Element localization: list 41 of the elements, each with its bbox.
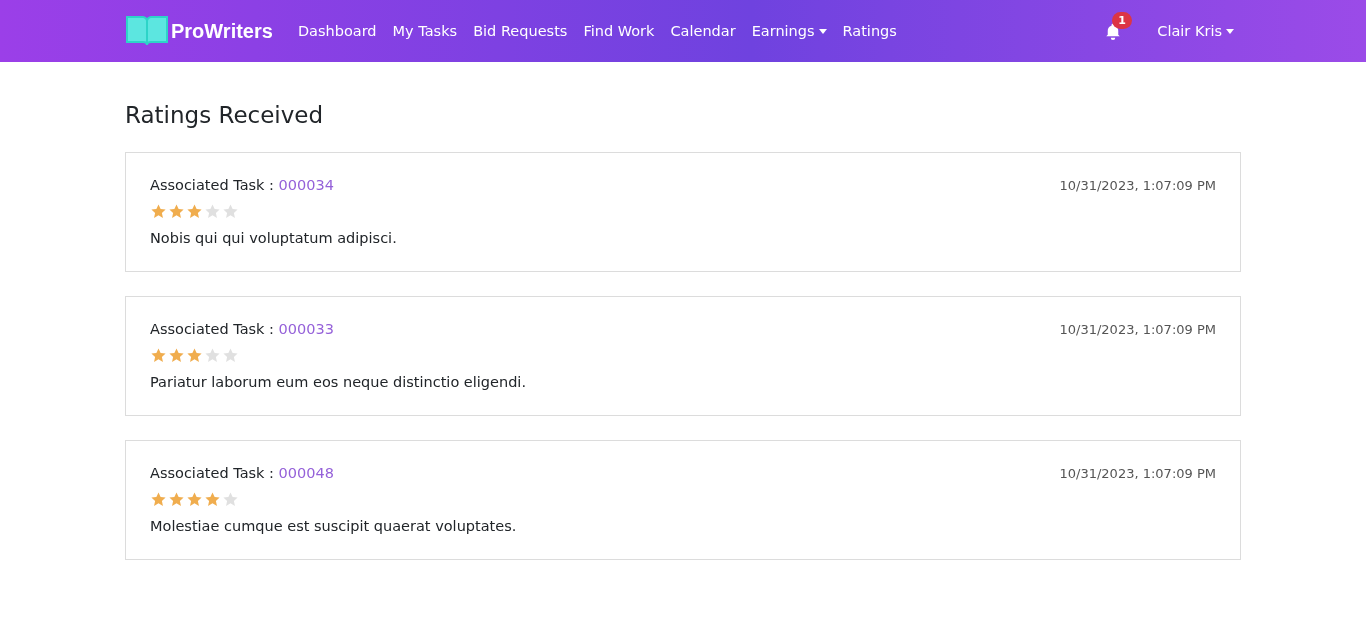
task-label: Associated Task : 000048 (150, 465, 334, 481)
star-icon (204, 347, 221, 364)
rating-comment: Nobis qui qui voluptatum adipisci. (150, 230, 398, 246)
star-icon (186, 491, 203, 508)
nav-link[interactable]: Calendar (663, 15, 743, 47)
star-icon (150, 491, 167, 508)
nav-link[interactable]: Ratings (835, 15, 904, 47)
nav-link[interactable]: My Tasks (385, 15, 465, 47)
star-icon (186, 347, 203, 364)
rating-date: 10/31/2023, 1:07:09 PM (1059, 321, 1216, 337)
star-icon (168, 347, 185, 364)
task-link[interactable]: 000034 (278, 177, 334, 193)
star-icon (204, 491, 221, 508)
star-icon (204, 203, 221, 220)
rating-comment: Pariatur laborum eum eos neque distinctio eligendi. (150, 374, 527, 390)
brand-link[interactable]: ProWriters (125, 14, 273, 48)
star-icon (168, 203, 185, 220)
nav-dropdown[interactable]: Earnings (744, 15, 834, 47)
task-link[interactable]: 000048 (278, 465, 334, 481)
rating-comment: Molestiae cumque est suscipit quaerat voluptates. (150, 518, 518, 534)
notification-count: 1 (1112, 12, 1132, 29)
open-book-icon (125, 14, 169, 48)
nav-link[interactable]: Bid Requests (466, 15, 575, 47)
caret-icon (1226, 28, 1234, 34)
user-menu[interactable]: Clair Kris (1150, 15, 1241, 47)
star-icon (222, 203, 239, 220)
caret-icon (818, 28, 827, 34)
page-title: Ratings Received (125, 102, 325, 128)
rating-date: 10/31/2023, 1:07:09 PM (1059, 465, 1216, 481)
task-label: Associated Task : 000033 (150, 321, 334, 337)
star-icon (222, 347, 239, 364)
star-icon (150, 347, 167, 364)
star-icon (222, 491, 239, 508)
nav-link[interactable]: Dashboard (290, 15, 384, 47)
star-icon (186, 203, 203, 220)
star-icon (150, 203, 167, 220)
task-link[interactable]: 000033 (278, 321, 334, 337)
task-label: Associated Task : 000034 (150, 177, 334, 193)
rating-date: 10/31/2023, 1:07:09 PM (1059, 177, 1216, 193)
star-icon (168, 491, 185, 508)
nav-link[interactable]: Find Work (576, 15, 662, 47)
